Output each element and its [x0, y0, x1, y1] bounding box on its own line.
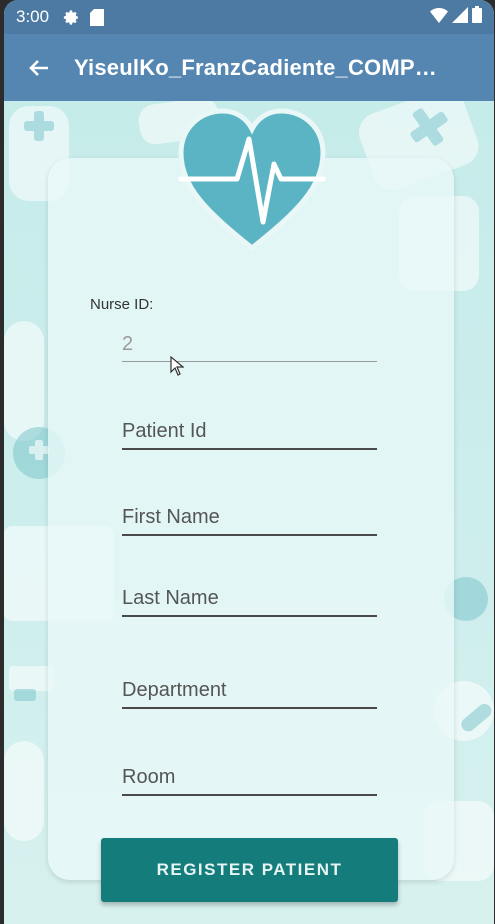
- phone-screen: 3:00 YiseulKo_FranzCadiente_COMP304... N…: [4, 0, 494, 924]
- app-bar: YiseulKo_FranzCadiente_COMP304...: [4, 34, 494, 101]
- status-bar: 3:00: [4, 0, 494, 34]
- status-time: 3:00: [16, 7, 50, 26]
- back-button[interactable]: [4, 34, 74, 101]
- patient-id-hint: Patient Id: [122, 420, 207, 442]
- department-underline: [122, 707, 377, 709]
- heartbeat-heart-icon: [177, 107, 327, 252]
- gear-icon: [63, 9, 80, 26]
- room-input[interactable]: Room: [122, 762, 377, 796]
- last-name-underline: [122, 615, 377, 617]
- nurse-id-field: 2: [122, 329, 377, 362]
- app-title: YiseulKo_FranzCadiente_COMP304...: [74, 54, 444, 80]
- register-patient-button[interactable]: REGISTER PATIENT: [101, 838, 398, 902]
- nurse-id-label: Nurse ID:: [90, 296, 154, 313]
- patient-id-input[interactable]: Patient Id: [122, 416, 377, 450]
- sd-card-icon: [90, 8, 105, 26]
- mouse-cursor-icon: [170, 355, 185, 381]
- first-name-hint: First Name: [122, 506, 220, 528]
- battery-icon: [472, 6, 482, 28]
- patient-id-underline: [122, 448, 377, 450]
- room-underline: [122, 794, 377, 796]
- first-name-input[interactable]: First Name: [122, 502, 377, 536]
- arrow-back-icon: [29, 59, 48, 76]
- signal-icon: [452, 6, 468, 28]
- last-name-hint: Last Name: [122, 587, 219, 609]
- first-name-underline: [122, 534, 377, 536]
- wifi-icon: [430, 7, 448, 28]
- nurse-id-underline: [122, 361, 377, 362]
- last-name-input[interactable]: Last Name: [122, 583, 377, 617]
- room-hint: Room: [122, 766, 176, 788]
- department-input[interactable]: Department: [122, 675, 377, 709]
- department-hint: Department: [122, 679, 227, 701]
- nurse-id-value: 2: [122, 333, 134, 355]
